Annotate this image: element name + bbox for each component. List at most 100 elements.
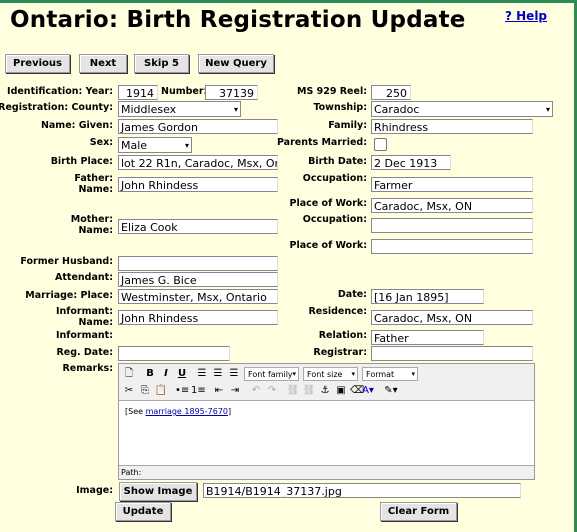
township-select[interactable]: Caradoc ▾ — [371, 101, 553, 117]
father-work-field[interactable]: Caradoc, Msx, ON — [371, 198, 533, 213]
align-right-icon[interactable]: ☰ — [227, 366, 241, 382]
font-size-select[interactable]: Font size ▾ — [303, 367, 358, 381]
ms-reel-label: MS 929 Reel: — [297, 86, 367, 97]
font-size-value: Font size — [307, 370, 343, 379]
attendant-field[interactable]: James G. Bice — [118, 272, 278, 287]
reg-date-label: Reg. Date: — [56, 347, 113, 358]
help-link[interactable]: ? Help — [505, 9, 547, 23]
remarks-content[interactable]: [See marriage 1895-7670] — [119, 400, 534, 466]
remarks-prefix: [See — [125, 407, 146, 416]
font-family-select[interactable]: Font family ▾ — [244, 367, 299, 381]
father-name-label: Name: — [78, 184, 113, 195]
image-label: Image: — [76, 485, 113, 496]
page-title: Ontario: Birth Registration Update — [10, 7, 466, 33]
given-name-field[interactable]: James Gordon — [118, 119, 278, 134]
family-label: Family: — [328, 120, 367, 131]
family-name-field[interactable]: Rhindress — [371, 119, 533, 134]
registrar-label: Registrar: — [313, 347, 367, 358]
birth-place-field[interactable]: lot 22 R1n, Caradoc, Msx, Ontari — [118, 155, 278, 170]
show-image-button[interactable]: Show Image — [119, 482, 197, 501]
anchor-icon[interactable]: ⚓ — [318, 383, 332, 399]
bullet-list-icon[interactable]: •≡ — [175, 383, 189, 399]
align-left-icon[interactable]: ☰ — [195, 366, 209, 382]
father-occupation-field[interactable]: Farmer — [371, 177, 533, 192]
ms-reel-field[interactable]: 250 — [371, 85, 411, 100]
number-label: Number: — [161, 86, 208, 97]
image-path-field[interactable]: B1914/B1914_37137.jpg — [203, 483, 521, 498]
unlink-icon[interactable]: ⛓ — [302, 383, 316, 399]
sex-value: Male — [121, 139, 148, 152]
highlight-color-icon[interactable]: ✎▾ — [380, 383, 402, 399]
informant-name-label: Name: — [78, 317, 113, 328]
remarks-editor[interactable]: 🗋 B I U ☰ ☰ ☰ Font family ▾ Font size ▾ Fo… — [118, 363, 535, 480]
chevron-down-icon: ▾ — [545, 105, 550, 114]
county-select[interactable]: Middlesex ▾ — [118, 101, 241, 117]
next-button[interactable]: Next — [79, 54, 127, 73]
marriage-date-label: Date: — [337, 289, 367, 300]
father-name-field[interactable]: John Rhindess — [118, 177, 278, 192]
italic-icon[interactable]: I — [159, 366, 173, 382]
remarks-label: Remarks: — [62, 363, 113, 374]
copy-icon[interactable]: ⎘ — [138, 383, 152, 399]
registrar-field[interactable] — [371, 346, 533, 361]
format-value: Format — [366, 370, 395, 379]
attendant-label: Attendant: — [55, 272, 113, 283]
mother-occupation-field[interactable] — [371, 218, 533, 233]
indent-icon[interactable]: ⇥ — [228, 383, 242, 399]
given-label: Name: Given: — [40, 120, 113, 131]
link-icon[interactable]: ⛓ — [286, 383, 300, 399]
mother-work-field[interactable] — [371, 239, 533, 254]
parents-married-checkbox[interactable] — [374, 138, 387, 151]
birth-date-field[interactable]: 2 Dec 1913 — [371, 155, 451, 170]
chevron-down-icon: ▾ — [292, 370, 296, 378]
id-year-label: Identification: Year: — [7, 86, 113, 97]
chevron-down-icon: ▾ — [233, 105, 238, 114]
top-border — [0, 0, 577, 3]
residence-label: Residence: — [308, 306, 367, 317]
relation-field[interactable]: Father — [371, 330, 484, 345]
parents-married-label: Parents Married: — [276, 137, 367, 148]
paste-icon[interactable]: 📋 — [154, 383, 168, 399]
cut-icon[interactable]: ✂ — [122, 383, 136, 399]
remarks-text: [See marriage 1895-7670] — [125, 407, 231, 416]
update-button[interactable]: Update — [115, 502, 171, 521]
number-field[interactable]: 37139 — [205, 85, 258, 100]
previous-button[interactable]: Previous — [5, 54, 70, 73]
father-label: Father: — [74, 173, 113, 184]
redo-icon[interactable]: ↷ — [265, 383, 279, 399]
township-label: Township: — [313, 102, 367, 113]
chevron-down-icon: ▾ — [411, 370, 415, 378]
reg-date-field[interactable] — [118, 346, 230, 361]
outdent-icon[interactable]: ⇤ — [212, 383, 226, 399]
informant-name-field[interactable]: John Rhindess — [118, 310, 278, 325]
new-document-icon[interactable]: 🗋 — [122, 366, 136, 382]
mother-name-label: Name: — [78, 225, 113, 236]
mother-name-field[interactable]: Eliza Cook — [118, 219, 278, 234]
image-icon[interactable]: ▣ — [334, 383, 348, 399]
underline-icon[interactable]: U — [175, 366, 189, 382]
birth-place-label: Birth Place: — [50, 156, 113, 167]
remarks-suffix: ] — [228, 407, 232, 416]
skip-button[interactable]: Skip 5 — [134, 54, 189, 73]
township-value: Caradoc — [374, 103, 420, 116]
marriage-place-label: Marriage: Place: — [25, 290, 113, 301]
sex-select[interactable]: Male ▾ — [118, 137, 192, 153]
county-value: Middlesex — [121, 103, 177, 116]
new-query-button[interactable]: New Query — [198, 54, 274, 73]
marriage-date-field[interactable]: [16 Jan 1895] — [371, 289, 484, 304]
marriage-link[interactable]: marriage 1895-7670 — [146, 407, 228, 416]
residence-field[interactable]: Caradoc, Msx, ON — [371, 310, 533, 325]
birth-date-label: Birth Date: — [308, 156, 367, 167]
format-select[interactable]: Format ▾ — [362, 367, 418, 381]
text-color-icon[interactable]: A▾ — [357, 383, 379, 399]
bold-icon[interactable]: B — [143, 366, 157, 382]
id-year-field[interactable]: 1914 — [118, 85, 158, 100]
numbered-list-icon[interactable]: 1≡ — [191, 383, 206, 399]
former-husband-field[interactable] — [118, 256, 278, 271]
undo-icon[interactable]: ↶ — [249, 383, 263, 399]
align-center-icon[interactable]: ☰ — [211, 366, 225, 382]
clear-form-button[interactable]: Clear Form — [380, 502, 457, 521]
mother-work-label: Place of Work: — [289, 240, 367, 251]
marriage-place-field[interactable]: Westminster, Msx, Ontario — [118, 289, 278, 304]
father-occupation-label: Occupation: — [302, 173, 367, 184]
